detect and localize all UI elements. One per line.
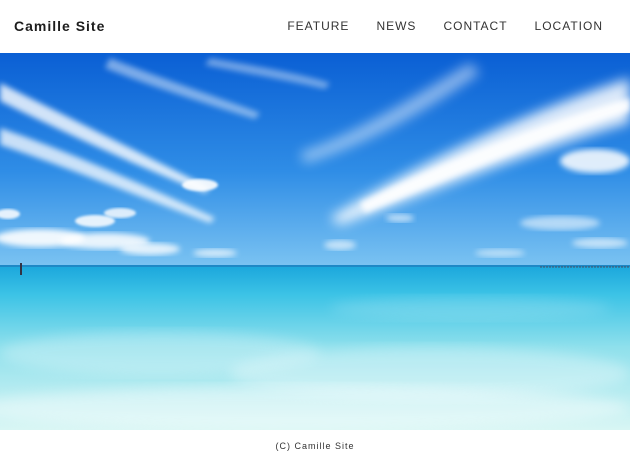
nav-location[interactable]: LOCATION: [535, 19, 603, 33]
hero-image: [0, 53, 630, 430]
nav-contact[interactable]: CONTACT: [443, 19, 507, 33]
site-logo[interactable]: Camille Site: [14, 18, 105, 34]
nav-news[interactable]: NEWS: [376, 19, 416, 33]
site-header: Camille Site FEATURE NEWS CONTACT LOCATI…: [0, 0, 630, 53]
post: [20, 263, 22, 275]
beach-photo: [0, 53, 630, 430]
main-nav: FEATURE NEWS CONTACT LOCATION: [260, 19, 603, 33]
nav-feature[interactable]: FEATURE: [287, 19, 349, 33]
copyright-text: (C) Camille Site: [275, 441, 355, 451]
site-footer: (C) Camille Site: [0, 430, 630, 461]
